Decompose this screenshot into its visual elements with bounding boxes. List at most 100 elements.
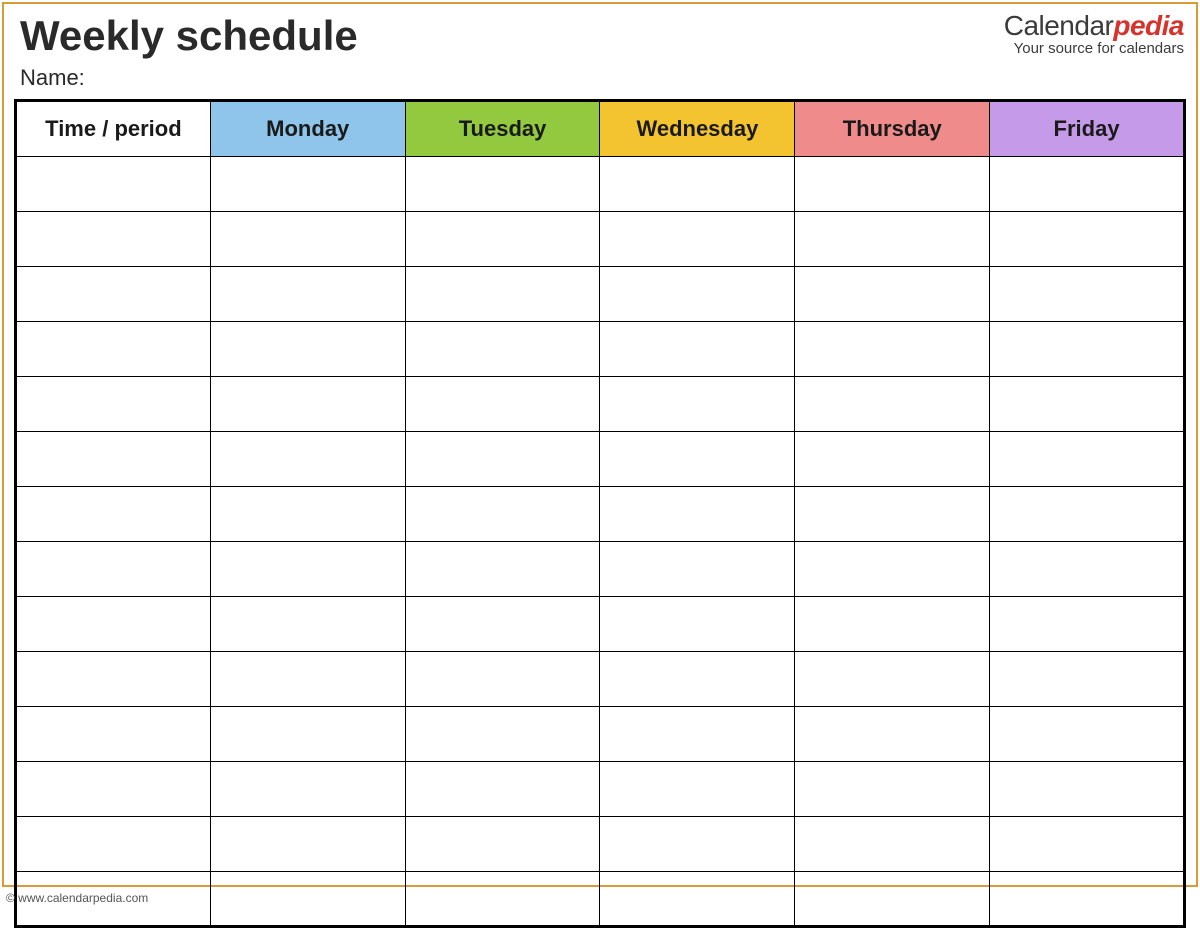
time-cell[interactable]	[16, 652, 211, 707]
schedule-cell[interactable]	[210, 212, 405, 267]
schedule-cell[interactable]	[405, 267, 600, 322]
schedule-cell[interactable]	[210, 597, 405, 652]
time-cell[interactable]	[16, 817, 211, 872]
time-cell[interactable]	[16, 542, 211, 597]
schedule-cell[interactable]	[990, 817, 1185, 872]
schedule-cell[interactable]	[795, 872, 990, 927]
schedule-cell[interactable]	[405, 872, 600, 927]
schedule-cell[interactable]	[210, 542, 405, 597]
schedule-cell[interactable]	[795, 542, 990, 597]
time-cell[interactable]	[16, 377, 211, 432]
schedule-cell[interactable]	[600, 487, 795, 542]
time-cell[interactable]	[16, 597, 211, 652]
time-cell[interactable]	[16, 212, 211, 267]
header: Weekly schedule Name: Calendarpedia Your…	[4, 4, 1196, 93]
schedule-cell[interactable]	[405, 432, 600, 487]
schedule-cell[interactable]	[600, 652, 795, 707]
schedule-cell[interactable]	[795, 652, 990, 707]
schedule-cell[interactable]	[405, 762, 600, 817]
schedule-cell[interactable]	[795, 322, 990, 377]
schedule-cell[interactable]	[600, 157, 795, 212]
schedule-cell[interactable]	[210, 487, 405, 542]
schedule-cell[interactable]	[990, 432, 1185, 487]
schedule-cell[interactable]	[405, 157, 600, 212]
schedule-cell[interactable]	[405, 817, 600, 872]
schedule-cell[interactable]	[795, 762, 990, 817]
schedule-cell[interactable]	[795, 487, 990, 542]
table-row	[16, 267, 1185, 322]
table-row	[16, 322, 1185, 377]
table-row	[16, 212, 1185, 267]
schedule-cell[interactable]	[210, 762, 405, 817]
schedule-cell[interactable]	[210, 872, 405, 927]
page-title: Weekly schedule	[20, 12, 358, 60]
time-cell[interactable]	[16, 322, 211, 377]
schedule-cell[interactable]	[990, 267, 1185, 322]
schedule-cell[interactable]	[405, 212, 600, 267]
schedule-cell[interactable]	[795, 377, 990, 432]
table-row	[16, 487, 1185, 542]
schedule-cell[interactable]	[600, 432, 795, 487]
schedule-cell[interactable]	[210, 432, 405, 487]
schedule-cell[interactable]	[990, 707, 1185, 762]
time-cell[interactable]	[16, 432, 211, 487]
schedule-cell[interactable]	[600, 377, 795, 432]
schedule-cell[interactable]	[210, 652, 405, 707]
schedule-cell[interactable]	[990, 872, 1185, 927]
schedule-cell[interactable]	[990, 762, 1185, 817]
time-cell[interactable]	[16, 487, 211, 542]
schedule-cell[interactable]	[405, 487, 600, 542]
table-row	[16, 597, 1185, 652]
schedule-cell[interactable]	[990, 542, 1185, 597]
schedule-cell[interactable]	[210, 377, 405, 432]
schedule-cell[interactable]	[600, 597, 795, 652]
schedule-cell[interactable]	[600, 872, 795, 927]
schedule-cell[interactable]	[990, 157, 1185, 212]
schedule-cell[interactable]	[795, 432, 990, 487]
footer-copyright: © www.calendarpedia.com	[6, 891, 148, 905]
schedule-cell[interactable]	[990, 597, 1185, 652]
schedule-cell[interactable]	[990, 487, 1185, 542]
day-header-monday: Monday	[210, 101, 405, 157]
schedule-cell[interactable]	[405, 377, 600, 432]
schedule-cell[interactable]	[210, 707, 405, 762]
schedule-cell[interactable]	[795, 817, 990, 872]
schedule-cell[interactable]	[210, 267, 405, 322]
day-header-thursday: Thursday	[795, 101, 990, 157]
schedule-cell[interactable]	[210, 817, 405, 872]
brand-accent: pedia	[1113, 10, 1184, 41]
day-header-friday: Friday	[990, 101, 1185, 157]
schedule-cell[interactable]	[600, 212, 795, 267]
time-cell[interactable]	[16, 157, 211, 212]
schedule-cell[interactable]	[600, 817, 795, 872]
schedule-cell[interactable]	[210, 322, 405, 377]
schedule-table: Time / period MondayTuesdayWednesdayThur…	[14, 99, 1186, 928]
schedule-cell[interactable]	[990, 212, 1185, 267]
schedule-cell[interactable]	[600, 267, 795, 322]
schedule-cell[interactable]	[795, 707, 990, 762]
schedule-cell[interactable]	[795, 212, 990, 267]
schedule-cell[interactable]	[795, 597, 990, 652]
schedule-cell[interactable]	[210, 157, 405, 212]
name-label: Name:	[20, 65, 358, 91]
schedule-cell[interactable]	[600, 707, 795, 762]
schedule-cell[interactable]	[795, 157, 990, 212]
schedule-cell[interactable]	[405, 597, 600, 652]
table-row	[16, 377, 1185, 432]
brand-logo: Calendarpedia Your source for calendars	[1004, 12, 1184, 57]
schedule-cell[interactable]	[600, 322, 795, 377]
schedule-cell[interactable]	[405, 542, 600, 597]
schedule-cell[interactable]	[405, 707, 600, 762]
schedule-cell[interactable]	[405, 322, 600, 377]
schedule-cell[interactable]	[990, 652, 1185, 707]
schedule-cell[interactable]	[990, 322, 1185, 377]
schedule-cell[interactable]	[795, 267, 990, 322]
schedule-cell[interactable]	[405, 652, 600, 707]
schedule-cell[interactable]	[600, 542, 795, 597]
time-cell[interactable]	[16, 762, 211, 817]
schedule-cell[interactable]	[990, 377, 1185, 432]
day-header-tuesday: Tuesday	[405, 101, 600, 157]
time-cell[interactable]	[16, 707, 211, 762]
schedule-cell[interactable]	[600, 762, 795, 817]
time-cell[interactable]	[16, 267, 211, 322]
